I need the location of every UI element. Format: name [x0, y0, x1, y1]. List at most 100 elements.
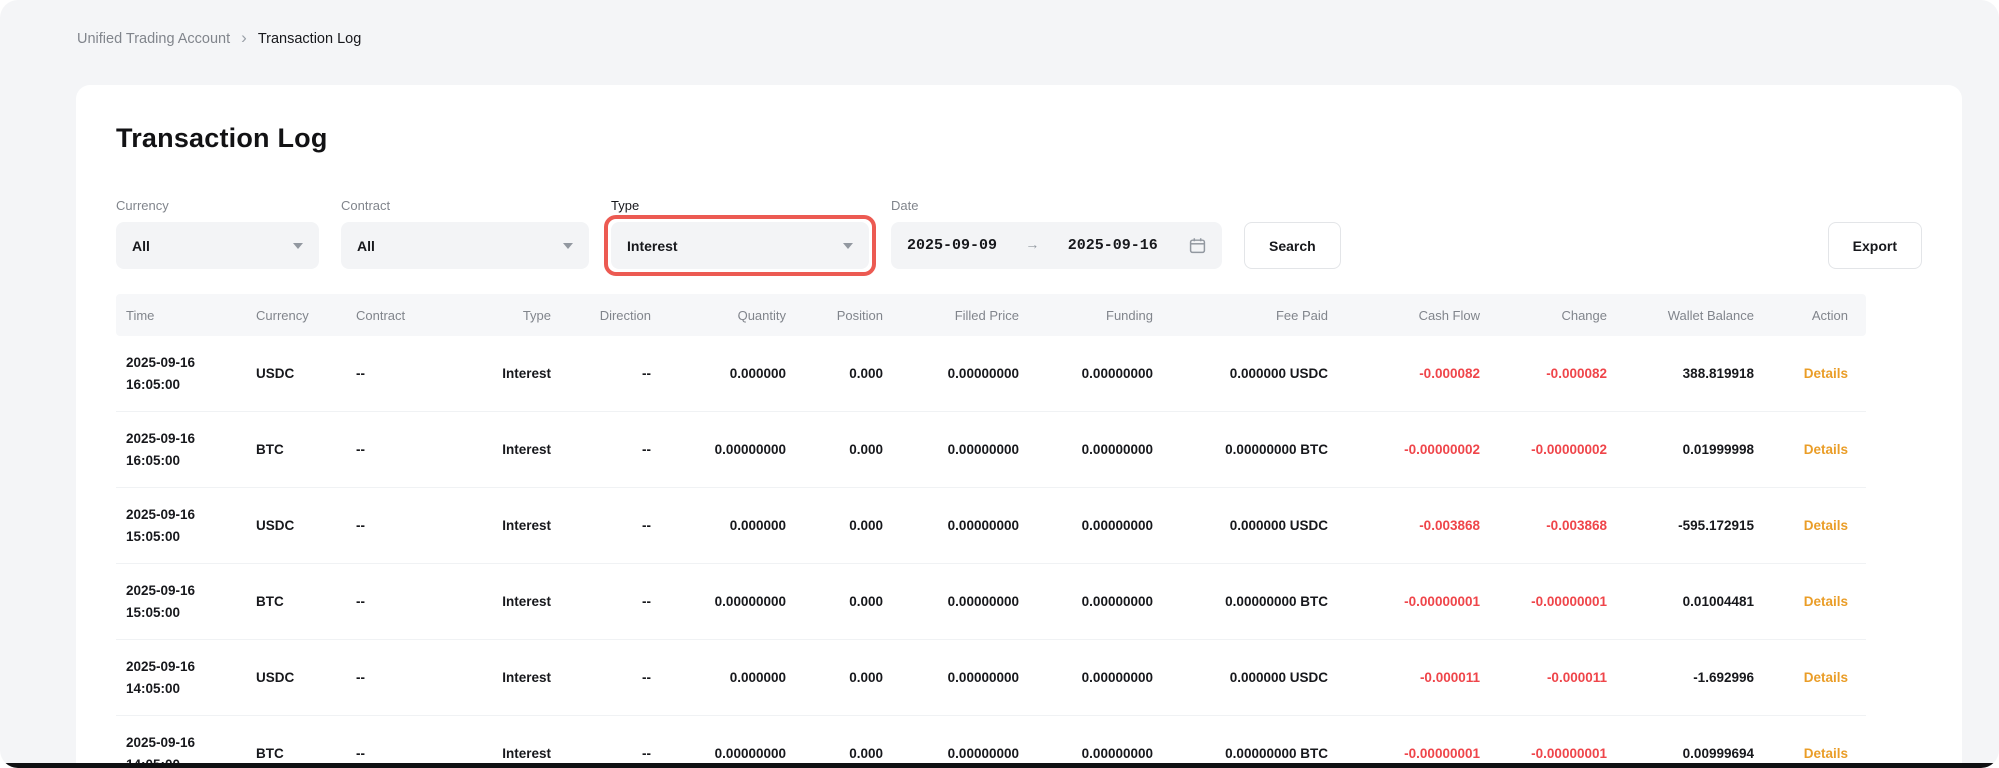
cell-time: 14:05:00	[126, 678, 245, 700]
breadcrumb-parent-link[interactable]: Unified Trading Account	[77, 31, 230, 47]
cell-filled-price: 0.00000000	[883, 336, 1019, 412]
cell-cash-flow: -0.00000001	[1328, 716, 1480, 768]
cell-direction: --	[551, 716, 651, 768]
cell-contract: --	[346, 336, 436, 412]
cell-quantity: 0.00000000	[651, 412, 786, 488]
cell-change: -0.00000001	[1480, 564, 1607, 640]
cell-currency: USDC	[246, 488, 346, 564]
cell-funding: 0.00000000	[1019, 716, 1153, 768]
table-header-row: Time Currency Contract Type Direction Qu…	[116, 294, 1866, 336]
cell-contract: --	[346, 564, 436, 640]
chevron-down-icon	[843, 243, 853, 249]
cell-fee-paid: 0.000000 USDC	[1153, 640, 1328, 716]
cell-time: 15:05:00	[126, 602, 245, 624]
col-header-position: Position	[786, 294, 883, 336]
chevron-down-icon	[293, 243, 303, 249]
details-link[interactable]: Details	[1804, 518, 1848, 533]
search-button[interactable]: Search	[1244, 222, 1341, 269]
col-header-cash-flow: Cash Flow	[1328, 294, 1480, 336]
cell-position: 0.000	[786, 488, 883, 564]
date-filter: Date 2025-09-09 → 2025-09-16	[891, 198, 1222, 269]
export-button[interactable]: Export	[1828, 222, 1922, 269]
cell-currency: BTC	[246, 412, 346, 488]
cell-position: 0.000	[786, 336, 883, 412]
cell-cash-flow: -0.00000001	[1328, 564, 1480, 640]
cell-quantity: 0.000000	[651, 488, 786, 564]
cell-filled-price: 0.00000000	[883, 488, 1019, 564]
page-title: Transaction Log	[116, 123, 1922, 154]
cell-fee-paid: 0.00000000 BTC	[1153, 716, 1328, 768]
cell-contract: --	[346, 412, 436, 488]
cell-type: Interest	[436, 336, 551, 412]
cell-quantity: 0.00000000	[651, 716, 786, 768]
col-header-type: Type	[436, 294, 551, 336]
col-header-wallet-balance: Wallet Balance	[1607, 294, 1754, 336]
cell-wallet-balance: 0.00999694	[1607, 716, 1754, 768]
cell-wallet-balance: -1.692996	[1607, 640, 1754, 716]
cell-funding: 0.00000000	[1019, 640, 1153, 716]
cell-date: 2025-09-16	[126, 504, 245, 526]
cell-change: -0.000082	[1480, 336, 1607, 412]
table-row: 2025-09-1614:05:00 BTC -- Interest -- 0.…	[116, 716, 1866, 768]
cell-filled-price: 0.00000000	[883, 716, 1019, 768]
cell-direction: --	[551, 336, 651, 412]
table-row: 2025-09-1615:05:00 BTC -- Interest -- 0.…	[116, 564, 1866, 640]
cell-wallet-balance: 388.819918	[1607, 336, 1754, 412]
cell-change: -0.00000002	[1480, 412, 1607, 488]
date-start-value[interactable]: 2025-09-09	[907, 237, 997, 254]
cell-contract: --	[346, 488, 436, 564]
cell-cash-flow: -0.00000002	[1328, 412, 1480, 488]
breadcrumb-separator-icon: ›	[241, 29, 247, 46]
cell-time: 15:05:00	[126, 526, 245, 548]
cell-time: 16:05:00	[126, 450, 245, 472]
col-header-currency: Currency	[246, 294, 346, 336]
cell-currency: USDC	[246, 640, 346, 716]
cell-funding: 0.00000000	[1019, 336, 1153, 412]
cell-cash-flow: -0.000011	[1328, 640, 1480, 716]
cell-position: 0.000	[786, 564, 883, 640]
col-header-time: Time	[116, 294, 246, 336]
cell-type: Interest	[436, 488, 551, 564]
contract-select[interactable]: All	[341, 222, 589, 269]
cell-filled-price: 0.00000000	[883, 412, 1019, 488]
filter-bar: Currency All Contract All Type Interest	[116, 198, 1922, 269]
cell-quantity: 0.000000	[651, 336, 786, 412]
type-select-value: Interest	[627, 238, 678, 254]
col-header-action: Action	[1754, 294, 1866, 336]
cell-date: 2025-09-16	[126, 732, 245, 754]
date-end-value[interactable]: 2025-09-16	[1068, 237, 1158, 254]
cell-cash-flow: -0.000082	[1328, 336, 1480, 412]
cell-direction: --	[551, 488, 651, 564]
cell-filled-price: 0.00000000	[883, 640, 1019, 716]
type-select[interactable]: Interest	[611, 222, 869, 269]
details-link[interactable]: Details	[1804, 746, 1848, 761]
cell-time: 16:05:00	[126, 374, 245, 396]
currency-select[interactable]: All	[116, 222, 319, 269]
type-filter-label: Type	[611, 198, 869, 213]
cell-wallet-balance: -595.172915	[1607, 488, 1754, 564]
details-link[interactable]: Details	[1804, 594, 1848, 609]
details-link[interactable]: Details	[1804, 366, 1848, 381]
cell-cash-flow: -0.003868	[1328, 488, 1480, 564]
cell-filled-price: 0.00000000	[883, 564, 1019, 640]
cell-funding: 0.00000000	[1019, 488, 1153, 564]
calendar-icon	[1189, 237, 1206, 254]
cell-position: 0.000	[786, 412, 883, 488]
col-header-quantity: Quantity	[651, 294, 786, 336]
date-range-picker[interactable]: 2025-09-09 → 2025-09-16	[891, 222, 1222, 269]
cell-fee-paid: 0.00000000 BTC	[1153, 564, 1328, 640]
table-row: 2025-09-1616:05:00 USDC -- Interest -- 0…	[116, 336, 1866, 412]
col-header-filled-price: Filled Price	[883, 294, 1019, 336]
transaction-log-card: Transaction Log Currency All Contract Al…	[76, 85, 1962, 768]
details-link[interactable]: Details	[1804, 670, 1848, 685]
cell-change: -0.000011	[1480, 640, 1607, 716]
breadcrumb-current: Transaction Log	[258, 31, 361, 47]
cell-change: -0.003868	[1480, 488, 1607, 564]
contract-select-value: All	[357, 238, 375, 254]
cell-wallet-balance: 0.01004481	[1607, 564, 1754, 640]
cell-fee-paid: 0.000000 USDC	[1153, 488, 1328, 564]
col-header-direction: Direction	[551, 294, 651, 336]
cell-date: 2025-09-16	[126, 428, 245, 450]
details-link[interactable]: Details	[1804, 442, 1848, 457]
cell-quantity: 0.00000000	[651, 564, 786, 640]
